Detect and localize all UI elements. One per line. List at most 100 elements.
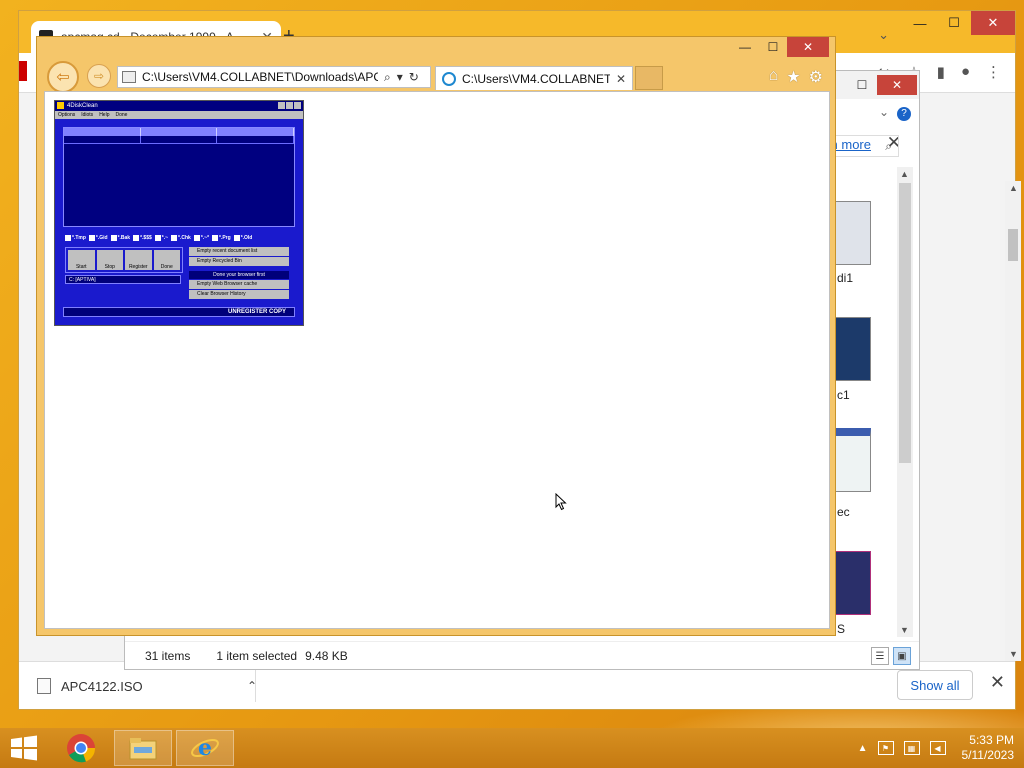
file-name: c1 xyxy=(837,388,850,402)
windows-start-icon[interactable] xyxy=(8,734,40,762)
close-icon[interactable]: ✕ xyxy=(990,672,1005,693)
app-checkboxes: *.Tmp *.Gid *.Bak *.$$$ *.~ *.Chk *.~* *… xyxy=(65,233,297,242)
internet-explorer-window: — ☐ ✕ ⇦ ⇨ C:\Users\VM4.COLLABNET\Downloa… xyxy=(36,36,836,636)
chevron-down-icon[interactable]: ⌄ xyxy=(878,27,889,43)
file-name: di1 xyxy=(837,271,854,285)
file-thumbnail[interactable] xyxy=(835,317,871,381)
scroll-up-icon[interactable]: ▲ xyxy=(900,169,909,179)
app-list-row xyxy=(64,136,295,144)
search-icon: ⌕ xyxy=(885,139,892,153)
close-window-button[interactable]: ✕ xyxy=(971,11,1015,35)
scroll-up-icon[interactable]: ▲ xyxy=(1009,183,1018,193)
app-checkbox: *.Gid xyxy=(88,233,108,242)
scroll-down-icon[interactable]: ▼ xyxy=(1009,649,1018,659)
dialog-window-controls: ☐ ✕ xyxy=(847,75,917,95)
maximize-button[interactable]: ☐ xyxy=(759,37,787,57)
details-view-icon[interactable]: ☰ xyxy=(871,647,889,665)
app-titlebar: 4DiskClean xyxy=(55,101,303,111)
menu-kebab-icon[interactable]: ⋮ xyxy=(986,63,1001,81)
side-panel-icon[interactable]: ▮ xyxy=(937,63,945,81)
chevron-down-icon[interactable]: ⌄ xyxy=(879,105,889,119)
app-icon xyxy=(57,102,64,109)
volume-muted-icon[interactable]: ◀ xyxy=(929,741,946,755)
favorites-star-icon[interactable]: ★ xyxy=(786,67,800,87)
file-thumbnail[interactable] xyxy=(835,201,871,265)
show-hidden-icons-icon[interactable]: ▲ xyxy=(858,743,868,754)
app-right-panel: Empty recent document list Empty Recycle… xyxy=(189,247,289,305)
gear-icon[interactable]: ⚙ xyxy=(809,67,823,87)
app-button: Clear Browser History xyxy=(189,290,289,299)
chevron-down-icon[interactable]: ▾ xyxy=(397,70,403,84)
checkbox-icon xyxy=(154,234,161,241)
refresh-icon[interactable]: ↻ xyxy=(409,70,419,84)
back-button[interactable]: ⇦ xyxy=(47,61,79,93)
profile-icon[interactable]: ● xyxy=(961,63,970,81)
file-name: S xyxy=(837,622,846,636)
action-center-flag-icon[interactable]: ⚑ xyxy=(877,741,894,755)
home-icon[interactable]: ⌂ xyxy=(769,67,779,87)
clock-date: 5/11/2023 xyxy=(961,748,1015,762)
checkbox-icon xyxy=(110,234,117,241)
ie-logo-icon: e xyxy=(191,735,219,761)
app-list-col xyxy=(141,128,218,136)
taskbar-file-explorer[interactable] xyxy=(114,730,172,766)
ie-tab[interactable]: C:\Users\VM4.COLLABNET... ✕ xyxy=(435,66,633,90)
app-list-header xyxy=(64,128,295,136)
address-text[interactable]: C:\Users\VM4.COLLABNET\Downloads\APC xyxy=(142,70,378,84)
minimize-button[interactable]: — xyxy=(903,11,937,35)
search-icon[interactable]: ⌕ xyxy=(384,70,391,85)
download-item[interactable]: APC4122.ISO ⌃ xyxy=(37,674,257,698)
app-checkbox: *.Tmp xyxy=(65,233,86,242)
app-minimize xyxy=(278,102,285,109)
taskbar: e ▲ ⚑ ▦ ◀ 5:33 PM 5/11/2023 xyxy=(0,728,1024,768)
minimize-button[interactable]: — xyxy=(731,37,759,57)
app-menu-item: Options xyxy=(58,112,76,118)
file-thumbnail[interactable] xyxy=(835,428,871,492)
thumbnail-view-icon[interactable]: ▣ xyxy=(893,647,911,665)
scrollbar-thumb[interactable] xyxy=(899,183,911,463)
view-toggle: ☰ ▣ xyxy=(871,647,911,665)
scrollbar-thumb[interactable] xyxy=(1008,229,1018,261)
clock[interactable]: 5:33 PM 5/11/2023 xyxy=(962,733,1015,763)
address-bar[interactable]: C:\Users\VM4.COLLABNET\Downloads\APC ⌕ ▾… xyxy=(117,66,431,88)
app-checkbox-label: *.Prg xyxy=(219,234,231,241)
app-list-cell xyxy=(217,136,295,144)
checkbox-icon xyxy=(193,234,200,241)
ie-tab-title: C:\Users\VM4.COLLABNET... xyxy=(462,71,610,86)
checkbox-icon xyxy=(171,234,178,241)
app-tool-button: Stop xyxy=(96,250,123,270)
app-checkbox-label: *.Gid xyxy=(95,234,108,241)
taskbar-internet-explorer[interactable]: e xyxy=(176,730,234,766)
app-menu-item: Idiots xyxy=(81,112,94,118)
folder-icon xyxy=(129,738,157,760)
file-thumbnail[interactable] xyxy=(835,551,871,615)
app-section-header: Done your browser first xyxy=(189,271,289,279)
maximize-button[interactable]: ☐ xyxy=(847,75,877,95)
chrome-scrollbar[interactable]: ▲ ▼ xyxy=(1005,181,1021,661)
new-tab-button[interactable] xyxy=(635,66,663,90)
app-checkbox: *.Chk xyxy=(171,233,191,242)
app-checkbox-label: *.~ xyxy=(161,234,169,241)
maximize-button[interactable]: ☐ xyxy=(937,11,971,35)
chrome-logo-icon xyxy=(67,734,96,763)
app-list-col xyxy=(64,128,141,136)
dialog-scrollbar[interactable]: ▲ ▼ xyxy=(897,167,913,637)
taskbar-chrome[interactable] xyxy=(52,730,110,766)
close-window-button[interactable]: ✕ xyxy=(787,37,829,57)
selection-size: 9.48 KB xyxy=(305,648,348,663)
scroll-down-icon[interactable]: ▼ xyxy=(900,625,909,635)
network-icon[interactable]: ▦ xyxy=(903,741,920,755)
app-checkbox: *.Bak xyxy=(110,233,130,242)
app-tool-button: Register xyxy=(125,250,152,270)
displayed-image[interactable]: 4DiskClean Options Idiots Help Done *.Tm… xyxy=(54,100,304,326)
app-list-cell xyxy=(64,136,141,144)
close-icon[interactable]: ✕ xyxy=(616,72,626,86)
forward-button[interactable]: ⇨ xyxy=(87,64,111,88)
chrome-window-controls: — ☐ ✕ xyxy=(903,11,1015,35)
app-tool-buttons: Start Stop Register Done xyxy=(65,247,183,273)
help-icon[interactable]: ? xyxy=(897,107,911,121)
show-all-button[interactable]: Show all xyxy=(897,670,973,700)
app-list-col xyxy=(217,128,295,136)
close-window-button[interactable]: ✕ xyxy=(877,75,917,95)
checkbox-icon xyxy=(233,234,240,241)
